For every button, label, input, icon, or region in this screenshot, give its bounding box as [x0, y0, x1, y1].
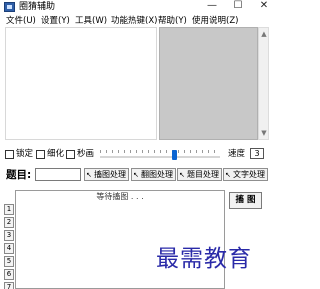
seconds-label: 秒画: [77, 149, 95, 159]
menu-hotkeys[interactable]: 功能热键(X): [111, 16, 157, 26]
slider-ticks: [100, 150, 220, 153]
row-number: 6: [4, 269, 14, 280]
maximize-button[interactable]: ☐: [226, 0, 250, 14]
lock-checkbox[interactable]: [5, 150, 14, 159]
cursor-arrow-icon: ↖: [179, 171, 185, 179]
title-bar: 圈猜辅助 — ☐ ✕: [0, 0, 279, 14]
minimize-button[interactable]: —: [200, 0, 224, 14]
drawing-canvas[interactable]: 等待搐图 . . .: [15, 190, 225, 289]
question-label: 题目:: [6, 169, 32, 181]
text-process-label: 文字处理: [233, 170, 265, 179]
preview-area: [5, 27, 157, 140]
capture-process-label: 搐图处理: [94, 170, 126, 179]
cursor-arrow-icon: ↖: [225, 171, 231, 179]
capture-process-button[interactable]: ↖ 搐图处理: [84, 168, 129, 181]
speed-label: 速度: [228, 149, 246, 159]
chevron-down-icon[interactable]: ▼: [260, 129, 268, 137]
close-button[interactable]: ✕: [252, 0, 276, 14]
slider-thumb[interactable]: [171, 150, 177, 160]
seconds-checkbox[interactable]: [66, 150, 75, 159]
speed-slider[interactable]: [100, 156, 220, 158]
window-title: 圈猜辅助: [19, 2, 56, 12]
refine-checkbox[interactable]: [36, 150, 45, 159]
question-input[interactable]: [35, 168, 81, 181]
question-row: 题目: ↖ 搐图处理 ↖ 翻图处理 ↖ 题目处理 ↖ 文字处理: [0, 166, 279, 184]
app-icon: [4, 2, 15, 12]
picture-box: [159, 27, 258, 140]
question-process-label: 题目处理: [187, 170, 219, 179]
row-number: 5: [4, 256, 14, 267]
waiting-status-text: 等待搐图 . . .: [96, 192, 144, 201]
refine-label: 细化: [47, 149, 65, 159]
row-number: 2: [4, 217, 14, 228]
question-process-button[interactable]: ↖ 题目处理: [177, 168, 222, 181]
menu-tools[interactable]: 工具(W): [75, 16, 107, 26]
chevron-up-icon[interactable]: ▲: [260, 30, 268, 38]
text-process-button[interactable]: ↖ 文字处理: [223, 168, 268, 181]
menu-settings[interactable]: 设置(Y): [41, 16, 70, 26]
menu-help[interactable]: 帮助(Y): [158, 16, 187, 26]
row-number: 3: [4, 230, 14, 241]
row-number: 4: [4, 243, 14, 254]
row-number: 1: [4, 204, 14, 215]
menu-bar: 文件(U) 设置(Y) 工具(W) 功能热键(X) 帮助(Y) 使用说明(Z): [0, 14, 279, 27]
menu-instructions[interactable]: 使用说明(Z): [192, 16, 238, 26]
flip-process-button[interactable]: ↖ 翻图处理: [131, 168, 176, 181]
watermark-text: 最需教育: [156, 246, 252, 272]
cursor-arrow-icon: ↖: [133, 171, 139, 179]
flip-process-label: 翻图处理: [141, 170, 173, 179]
vertical-scrollbar[interactable]: ▲ ▼: [258, 27, 269, 140]
row-number: 7: [4, 282, 14, 289]
menu-file[interactable]: 文件(U): [6, 16, 36, 26]
lock-label: 锁定: [16, 149, 34, 159]
options-row: 锁定 细化 秒画 速度 3: [0, 146, 279, 162]
speed-input[interactable]: 3: [250, 148, 264, 159]
cursor-arrow-icon: ↖: [86, 171, 92, 179]
capture-button[interactable]: 搐 图: [229, 192, 262, 209]
